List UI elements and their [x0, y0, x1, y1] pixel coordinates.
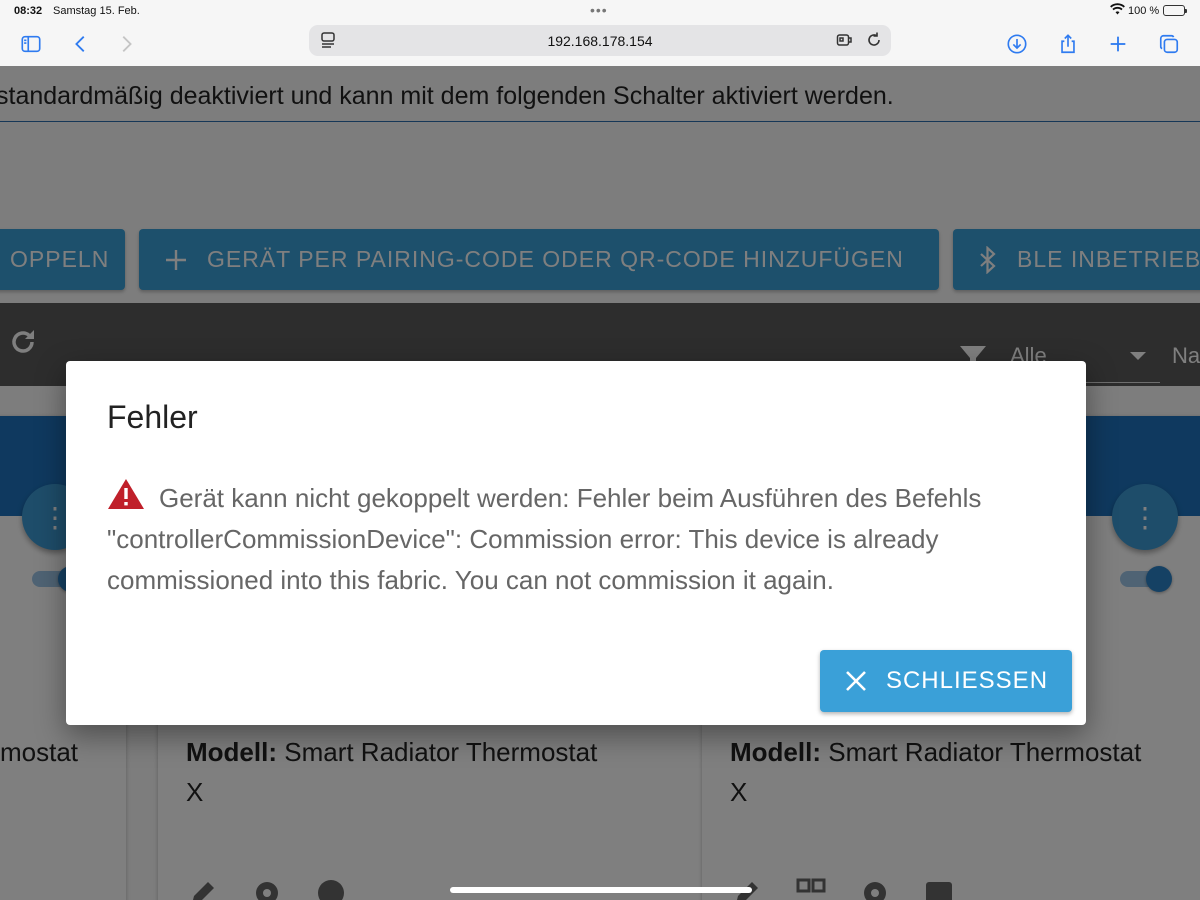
back-icon[interactable] — [67, 30, 95, 58]
dialog-message-container: Gerät kann nicht gekoppelt werden: Fehle… — [107, 478, 1057, 601]
status-time: 08:32 — [14, 5, 43, 17]
tabs-overview-icon[interactable] — [1155, 30, 1183, 58]
dialog-title: Fehler — [107, 399, 198, 435]
forward-icon[interactable] — [112, 30, 140, 58]
share-icon[interactable] — [1054, 30, 1082, 58]
extensions-icon[interactable] — [836, 31, 854, 49]
close-icon — [844, 669, 868, 693]
close-button-label: SCHLIESSEN — [885, 667, 1049, 694]
battery-icon — [1163, 5, 1187, 16]
error-dialog: Fehler Gerät kann nicht gekoppelt werden… — [66, 361, 1086, 725]
close-button[interactable]: SCHLIESSEN — [820, 650, 1072, 712]
dialog-message: Gerät kann nicht gekoppelt werden: Fehle… — [107, 483, 982, 595]
new-tab-icon[interactable] — [1104, 30, 1132, 58]
download-icon[interactable] — [1003, 30, 1031, 58]
home-indicator[interactable] — [450, 887, 752, 893]
address-bar[interactable]: 192.168.178.154 — [309, 25, 891, 56]
battery-percentage: 100 % — [1128, 5, 1160, 17]
multitasking-dots-icon[interactable]: ••• — [590, 2, 608, 18]
status-date: Samstag 15. Feb. — [53, 5, 140, 17]
reload-icon[interactable] — [865, 31, 883, 49]
warning-icon — [107, 478, 145, 510]
status-bar: 08:32 Samstag 15. Feb. ••• 100 % — [0, 0, 1200, 22]
sidebar-icon[interactable] — [17, 30, 45, 58]
browser-toolbar: 192.168.178.154 — [0, 22, 1200, 66]
url-text[interactable]: 192.168.178.154 — [309, 33, 891, 49]
wifi-icon — [1110, 3, 1125, 18]
